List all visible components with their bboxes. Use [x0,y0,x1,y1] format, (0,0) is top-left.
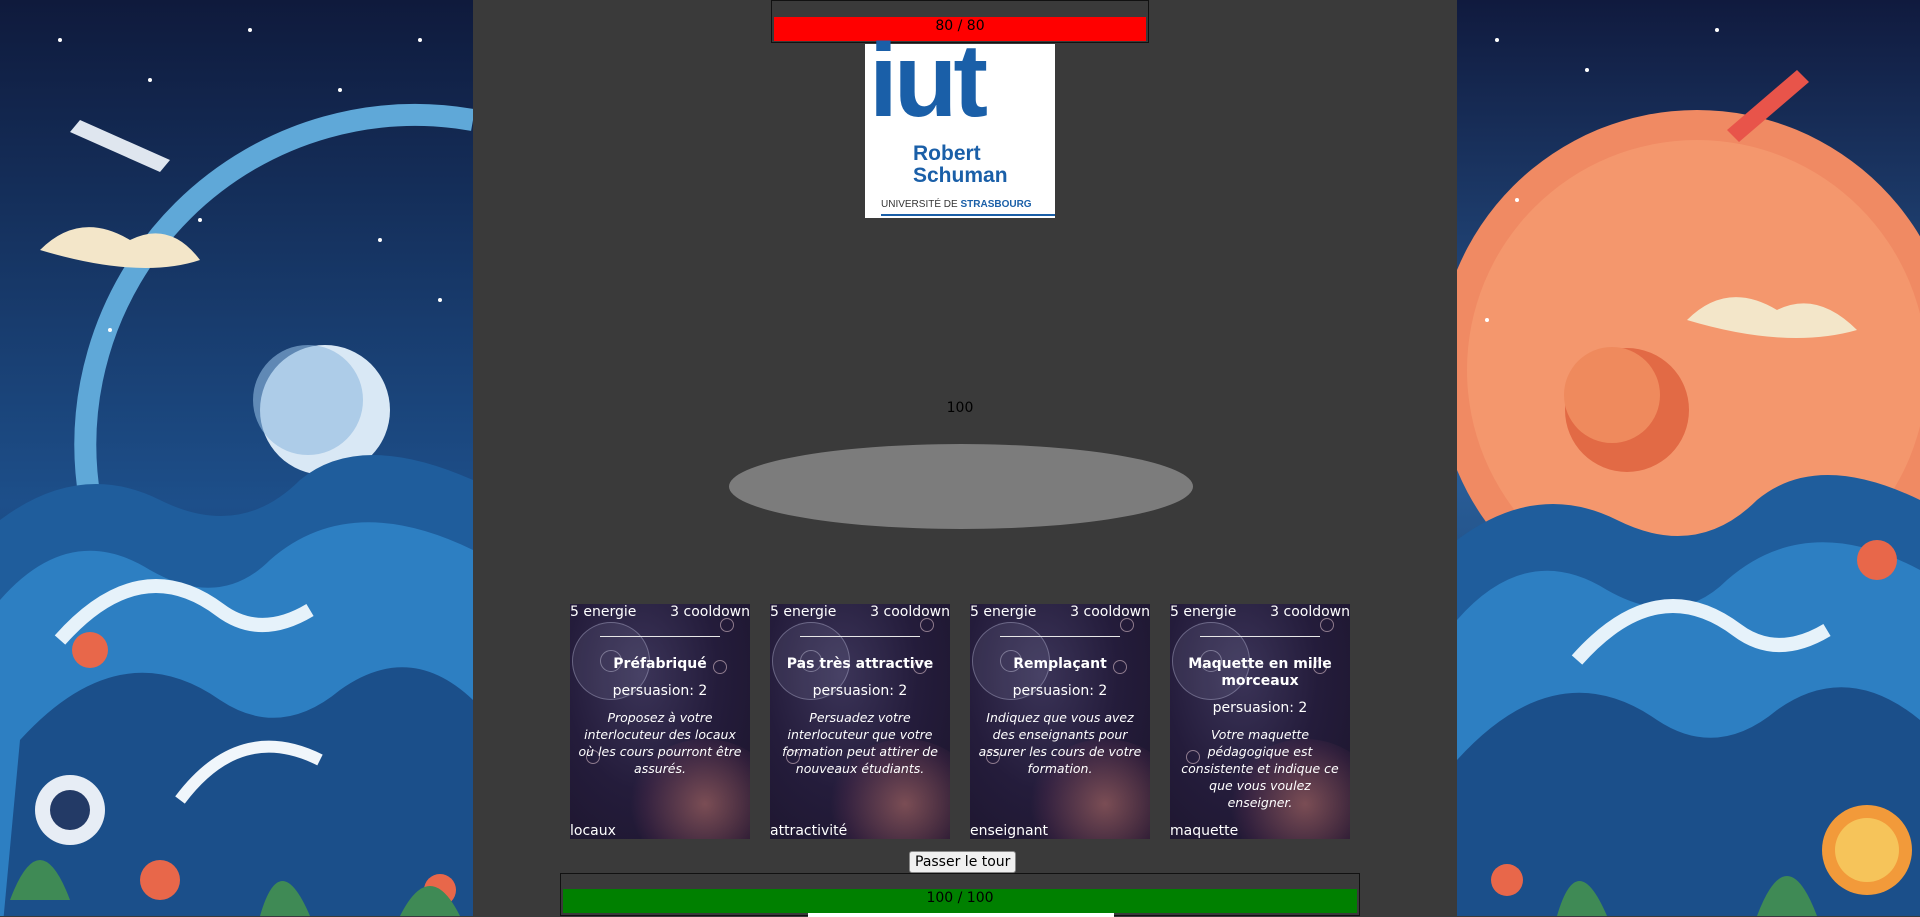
card-title: Pas très attractive [786,656,934,672]
card-energy: 5 energie [1170,604,1237,620]
card-energy: 5 energie [770,604,837,620]
logo-iut-text: iut [869,23,988,139]
enemy-persuasion-points: 100 [946,400,974,416]
enemy-shadow[interactable] [729,444,1193,529]
card-persuasion: persuasion: 2 [1212,700,1308,716]
card-cooldown: 3 cooldown [1270,604,1350,620]
card-description: Proposez à votre interlocuteur des locau… [578,710,742,776]
card-divider [1200,636,1320,637]
player-health-bar: 100 / 100 [560,873,1360,917]
card-body: Remplaçant persuasion: 2 Indiquez que vo… [976,656,1144,777]
card-tag: enseignant [970,823,1048,839]
card-title: Maquette en mille morceaux [1188,656,1332,689]
card-divider [600,636,720,637]
card-body: Pas très attractive persuasion: 2 Persua… [776,656,944,777]
logo-underline [881,214,1055,216]
logo-strasbourg-text: STRASBOURG [960,199,1032,210]
card-description: Persuadez votre interlocuteur que votre … [782,710,938,776]
right-background-art [1457,0,1920,916]
card-tag: attractivité [770,823,848,839]
logo-robert-text: Robert [913,142,981,165]
card-pas-tres-attractive[interactable]: 5 energie 3 cooldown Pas très attractive… [770,604,950,839]
card-tag: locaux [570,823,616,839]
logo-universite-text: UNIVERSITÉ DE [881,199,958,210]
card-header: 5 energie 3 cooldown [970,604,1150,622]
card-body: Maquette en mille morceaux persuasion: 2… [1176,656,1344,811]
card-persuasion: persuasion: 2 [612,683,708,699]
card-description: Votre maquette pédagogique est consisten… [1181,727,1339,810]
card-prefabrique[interactable]: 5 energie 3 cooldown Préfabriqué persuas… [570,604,750,839]
player-energy-strip [808,913,1114,917]
card-cooldown: 3 cooldown [670,604,750,620]
card-body: Préfabriqué persuasion: 2 Proposez à vot… [576,656,744,777]
card-remplacant[interactable]: 5 energie 3 cooldown Remplaçant persuasi… [970,604,1150,839]
card-header: 5 energie 3 cooldown [570,604,750,622]
iut-logo: iut Robert Schuman UNIVERSITÉ DE STRASBO… [865,26,1055,218]
card-energy: 5 energie [570,604,637,620]
card-cooldown: 3 cooldown [870,604,950,620]
card-title: Remplaçant [1013,656,1107,672]
card-cooldown: 3 cooldown [1070,604,1150,620]
card-description: Indiquez que vous avez des enseignants p… [978,710,1142,776]
card-maquette-en-mille-morceaux[interactable]: 5 energie 3 cooldown Maquette en mille m… [1170,604,1350,839]
card-tag: maquette [1170,823,1239,839]
card-header: 5 energie 3 cooldown [1170,604,1350,622]
card-header: 5 energie 3 cooldown [770,604,950,622]
card-energy: 5 energie [970,604,1037,620]
pass-turn-button[interactable]: Passer le tour [909,851,1017,873]
card-divider [800,636,920,637]
card-persuasion: persuasion: 2 [1012,683,1108,699]
player-health-label: 100 / 100 [926,890,994,906]
logo-university-line: UNIVERSITÉ DE STRASBOURG [881,199,1032,210]
left-background-art [0,0,473,916]
card-persuasion: persuasion: 2 [812,683,908,699]
card-divider [1000,636,1120,637]
logo-schuman-text: Schuman [913,164,1008,187]
card-title: Préfabriqué [613,656,707,672]
